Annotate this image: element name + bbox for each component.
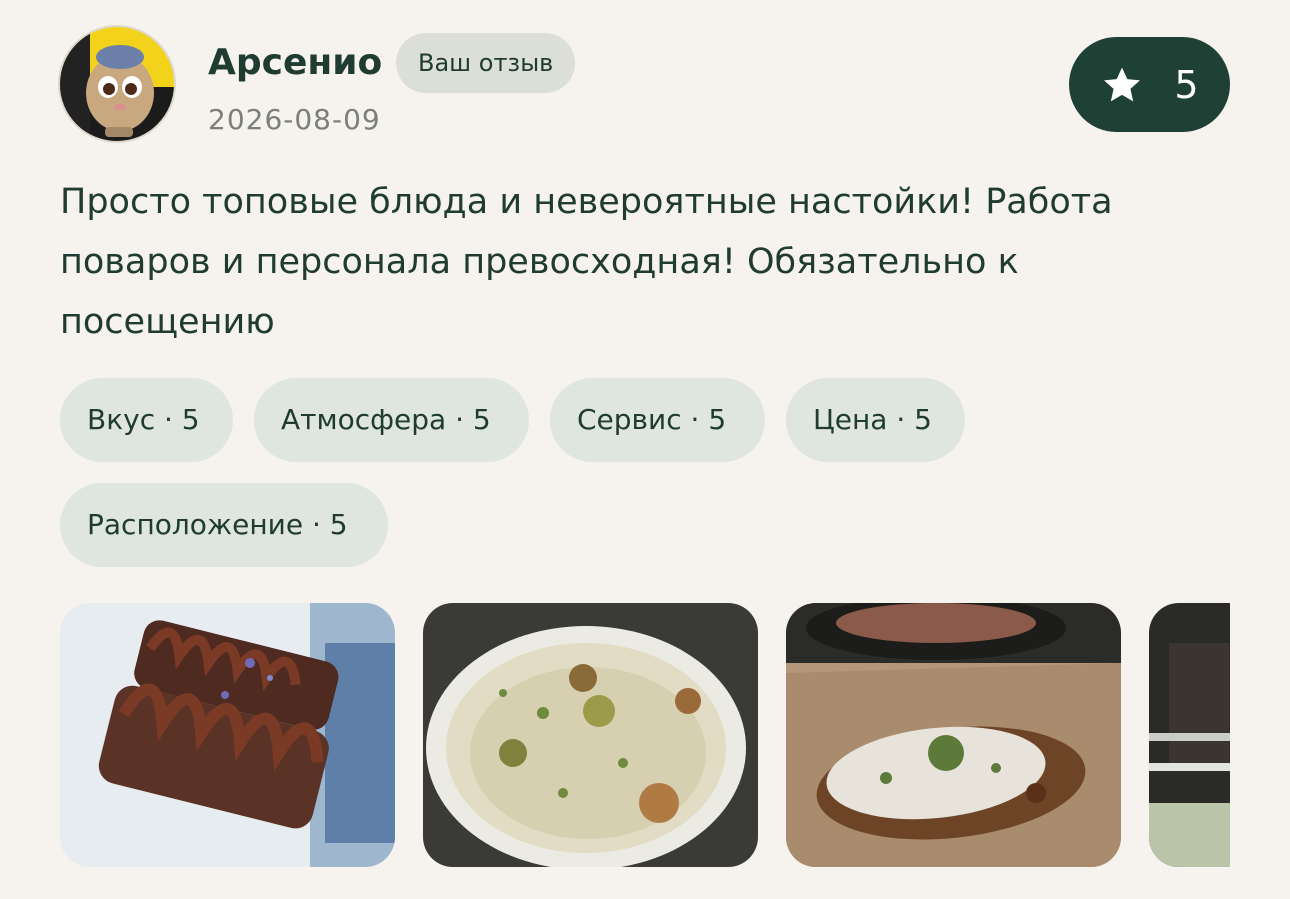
criterion-chip-price: Цена · 5 [786,378,965,462]
cream-dish-photo [423,603,758,867]
photo-thumbnail[interactable] [786,603,1121,867]
criterion-chip-taste: Вкус · 5 [60,378,233,462]
photo-thumbnail[interactable] [1149,603,1230,867]
avatar[interactable] [60,27,174,141]
author-name: Арсенио [208,42,383,83]
criterion-chip-atmosphere: Атмосфера · 5 [254,378,529,462]
rating-badge: 5 [1069,37,1230,132]
review-text: Просто топовые блюда и невероятные насто… [60,182,1113,342]
interior-photo [1149,603,1230,867]
own-review-badge: Ваш отзыв [396,33,576,93]
photo-strip[interactable] [60,603,1230,867]
photo-thumbnail[interactable] [423,603,758,867]
photo-thumbnail[interactable] [60,603,395,867]
star-icon [1100,63,1144,107]
criterion-chip-location: Расположение · 5 [60,483,388,567]
review-card: Арсенио Ваш отзыв 2026-08-09 5 Просто то… [0,0,1290,899]
review-date: 2026-08-09 [208,103,381,136]
criterion-chip-service: Сервис · 5 [550,378,765,462]
chocolate-dessert-photo [60,603,395,867]
rating-value: 5 [1174,62,1199,107]
avatar-image [60,27,174,141]
baked-dish-photo [786,603,1121,867]
